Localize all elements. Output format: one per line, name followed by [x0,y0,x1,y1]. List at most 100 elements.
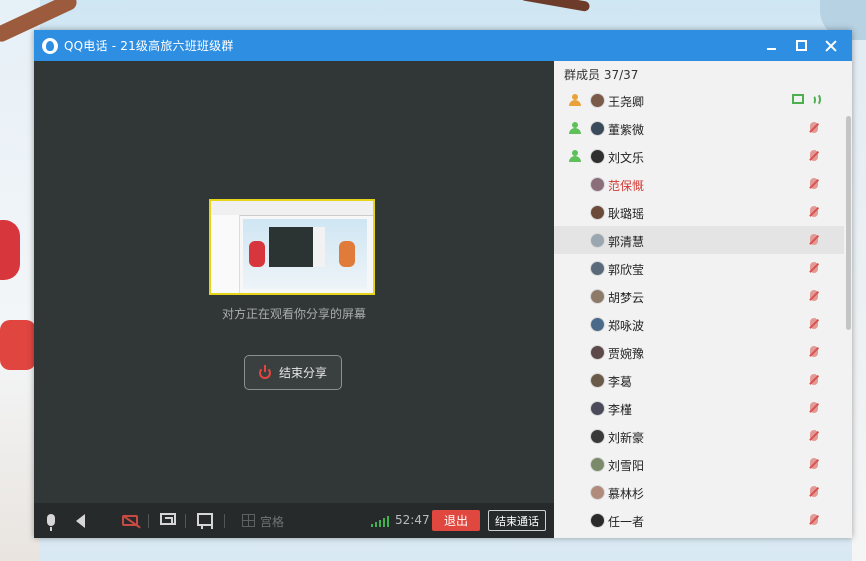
member-row[interactable]: 刘雪阳 [554,450,844,478]
mic-muted-icon [810,262,818,273]
screen-share-icon[interactable] [160,513,176,525]
members-count-header: 群成员 37/37 [564,68,639,82]
member-row[interactable]: 耿璐瑶 [554,198,844,226]
member-row[interactable]: 李葛 [554,366,844,394]
member-panel: 群成员 37/37 王尧卿董紫微刘文乐范保慨耿璐瑶郭清慧郭欣莹胡梦云郑咏波贾婉豫… [554,61,852,538]
admin-person-icon [569,122,581,134]
member-name: 范保慨 [608,179,645,193]
exit-button[interactable]: 退出 [432,510,480,531]
avatar [590,317,605,332]
avatar [590,93,605,108]
member-row[interactable]: 刘文乐 [554,142,844,170]
member-row[interactable]: 郭欣莹 [554,254,844,282]
avatar [590,513,605,528]
background-decoration [519,0,591,13]
avatar [590,429,605,444]
avatar [590,149,605,164]
end-share-button[interactable]: 结束分享 [244,355,342,390]
avatar [590,121,605,136]
member-name: 刘雪阳 [608,459,645,473]
screen-share-area: 对方正在观看你分享的屏幕 结束分享 [34,61,554,503]
member-row[interactable]: 慕林杉 [554,478,844,506]
presentation-icon[interactable] [197,513,213,529]
grid-view-label[interactable]: 宫格 [260,513,284,530]
member-row[interactable]: 胡梦云 [554,282,844,310]
close-button[interactable] [816,30,846,61]
member-name: 贾婉豫 [608,347,645,361]
member-name: 任一者 [608,515,645,529]
member-row[interactable]: 董紫微 [554,114,844,142]
member-name: 郭欣莹 [608,263,645,277]
mic-muted-icon [810,374,818,385]
maximize-button[interactable] [786,30,816,61]
member-list-scrollbar[interactable] [846,116,851,330]
toolbar-divider [185,514,186,528]
qq-call-window: QQ电话 - 21级高旅六班班级群 对方正在观看你分享的屏幕 结束分享 宫格 5… [34,30,852,538]
window-title: QQ电话 - 21级高旅六班班级群 [64,39,234,53]
member-name: 刘新豪 [608,431,645,445]
mic-muted-icon [810,318,818,329]
avatar [590,373,605,388]
member-row[interactable]: 王尧卿 [554,86,844,114]
microphone-icon[interactable] [47,514,55,531]
avatar [590,177,605,192]
mic-muted-icon [810,150,818,161]
member-name: 郑咏波 [608,319,645,333]
member-name: 王尧卿 [608,95,645,109]
grid-view-icon[interactable] [242,514,255,527]
toolbar-divider [148,514,149,528]
qq-logo-icon [42,37,58,54]
background-decoration [0,220,20,280]
member-list: 王尧卿董紫微刘文乐范保慨耿璐瑶郭清慧郭欣莹胡梦云郑咏波贾婉豫李葛李槿刘新豪刘雪阳… [554,86,844,534]
avatar [590,485,605,500]
mic-muted-icon [810,402,818,413]
camera-off-icon[interactable] [122,515,138,526]
window-controls [756,30,846,61]
background-decoration [0,320,36,370]
mic-muted-icon [810,178,818,189]
avatar [590,289,605,304]
mic-muted-icon [810,458,818,469]
end-call-button[interactable]: 结束通话 [488,510,546,531]
toolbar-divider [224,514,225,528]
mic-muted-icon [810,290,818,301]
admin-person-icon [569,150,581,162]
member-row[interactable]: 任一者 [554,506,844,534]
member-row[interactable]: 贾婉豫 [554,338,844,366]
member-row[interactable]: 郑咏波 [554,310,844,338]
member-name: 郭清慧 [608,235,645,249]
minimize-button[interactable] [756,30,786,61]
close-icon [825,40,837,52]
avatar [590,261,605,276]
mic-muted-icon [810,206,818,217]
mic-muted-icon [810,486,818,497]
screen-sharing-icon [792,94,804,104]
speaking-icon [810,93,821,106]
share-status-text: 对方正在观看你分享的屏幕 [221,307,366,321]
member-name: 董紫微 [608,123,645,137]
member-row[interactable]: 范保慨 [554,170,844,198]
avatar [590,345,605,360]
mic-muted-icon [810,514,818,525]
speaker-icon[interactable] [76,514,85,528]
call-timer: 52:47 [395,513,430,527]
member-name: 李葛 [608,375,633,389]
member-row[interactable]: 郭清慧 [554,226,844,254]
background-wallpaper [852,40,866,561]
title-bar[interactable]: QQ电话 - 21级高旅六班班级群 [34,30,852,61]
mic-muted-icon [810,346,818,357]
member-name: 刘文乐 [608,151,645,165]
shared-screen-preview[interactable] [209,199,375,295]
mic-muted-icon [810,122,818,133]
maximize-icon [795,40,807,51]
member-name: 李槿 [608,403,633,417]
mic-muted-icon [810,430,818,441]
member-row[interactable]: 刘新豪 [554,422,844,450]
avatar [590,401,605,416]
power-icon [258,364,271,379]
member-row[interactable]: 李槿 [554,394,844,422]
member-name: 耿璐瑶 [608,207,645,221]
avatar [590,205,605,220]
signal-strength-icon [371,514,389,527]
mic-muted-icon [810,234,818,245]
